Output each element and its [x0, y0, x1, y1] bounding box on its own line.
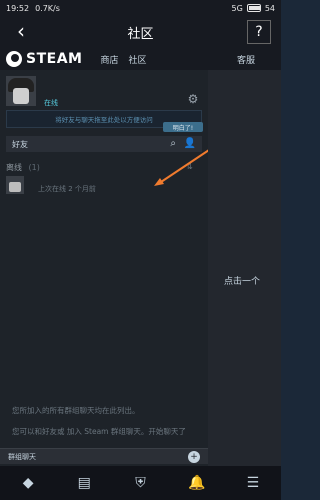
bell-icon[interactable]: 🔔: [188, 474, 206, 492]
page-title: 社区: [127, 26, 154, 42]
offline-label: 离线: [6, 163, 22, 172]
signal-text: 5G: [231, 3, 243, 13]
gear-icon[interactable]: ⚙: [186, 92, 200, 106]
help-button[interactable]: ?: [247, 20, 271, 44]
friend-avatar: [6, 176, 24, 194]
chat-hint: 点击一个: [224, 277, 261, 287]
offline-group-header[interactable]: 离线 (1): [6, 162, 40, 173]
friend-last-online: 上次在线 2 个月前: [38, 185, 96, 193]
tag-icon[interactable]: ◆: [19, 474, 37, 492]
online-status: 在线: [44, 99, 58, 107]
back-arrow-icon[interactable]: ‹: [10, 20, 32, 42]
news-icon[interactable]: ▤: [75, 474, 93, 492]
group-chat-info-1: 您所加入的所有群组聊天均在此列出。: [12, 406, 140, 415]
menu-icon[interactable]: ☰: [244, 474, 262, 492]
friends-label: 好友: [12, 139, 28, 149]
group-chat-info-2: 您可以和好友或 加入 Steam 群组聊天。开始聊天了: [12, 427, 186, 436]
offline-count: (1): [28, 163, 40, 172]
annotation-arrow-icon: [154, 147, 213, 186]
status-bar: 19:52 0.7K/s 5G 54: [0, 0, 281, 16]
bottom-nav: ◆ ▤ ⛨ 🔔 ☰: [0, 466, 281, 500]
nav-bar: ‹ 社区 ?: [0, 16, 281, 48]
got-it-button[interactable]: 明白了!: [163, 122, 203, 132]
steam-logo-icon: [6, 51, 22, 67]
steam-logo-text: STEAM: [26, 51, 83, 67]
steam-nav: 商店 社区: [100, 53, 146, 66]
group-chat-label: 群组聊天: [8, 452, 36, 461]
group-chat-bar: 群组聊天 +: [0, 448, 208, 464]
status-time: 19:52: [6, 3, 30, 13]
chat-panel: 点击一个: [208, 70, 281, 466]
support-link[interactable]: 客服: [237, 53, 255, 66]
battery-level: 54: [264, 3, 275, 13]
nav-community[interactable]: 社区: [128, 53, 146, 66]
profile-card[interactable]: 在线 ⚙: [6, 76, 202, 114]
status-speed: 0.7K/s: [35, 3, 60, 13]
steam-header: STEAM 商店 社区 客服: [0, 48, 281, 70]
nav-store[interactable]: 商店: [100, 53, 118, 66]
shield-icon[interactable]: ⛨: [131, 474, 149, 492]
add-group-chat-icon[interactable]: +: [188, 451, 200, 463]
steam-logo: STEAM: [6, 51, 82, 67]
avatar[interactable]: [6, 76, 36, 106]
battery-icon: [246, 4, 261, 12]
